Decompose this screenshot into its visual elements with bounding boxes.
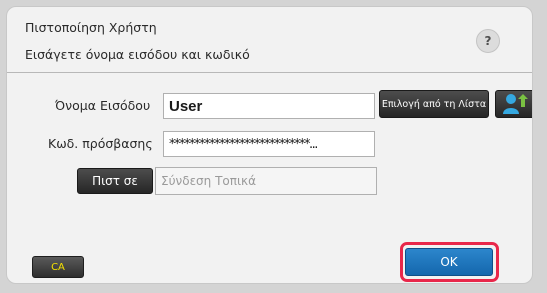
dialog-title: Πιστοποίηση Χρήστη <box>25 20 157 35</box>
login-location-field[interactable]: Σύνδεση Τοπικά <box>155 167 377 195</box>
user-authentication-dialog: Πιστοποίηση Χρήστη ? Εισάγετε όνομα εισό… <box>6 6 533 284</box>
user-picker-button[interactable] <box>495 90 532 118</box>
login-location-value: Σύνδεση Τοπικά <box>161 174 257 188</box>
username-field[interactable]: User <box>163 93 375 119</box>
password-field[interactable]: ****************************... <box>163 131 375 157</box>
password-value: ****************************... <box>169 136 318 152</box>
username-label: Όνομα Εισόδου <box>55 98 151 113</box>
select-from-list-button[interactable]: Επιλογή από τη Λίστα <box>379 90 489 118</box>
dialog-subtitle: Εισάγετε όνομα εισόδου και κωδικό <box>25 47 250 62</box>
authenticate-to-button[interactable]: Πιστ σε <box>77 168 153 194</box>
user-arrow-icon <box>503 94 528 114</box>
password-label: Κωδ. πρόσβασης <box>48 136 153 151</box>
username-value: User <box>169 97 203 115</box>
question-mark-icon: ? <box>484 34 492 48</box>
ca-button[interactable]: CA <box>32 256 84 278</box>
help-button[interactable]: ? <box>476 29 500 53</box>
divider <box>7 72 532 73</box>
ok-button[interactable]: OK <box>405 248 493 276</box>
